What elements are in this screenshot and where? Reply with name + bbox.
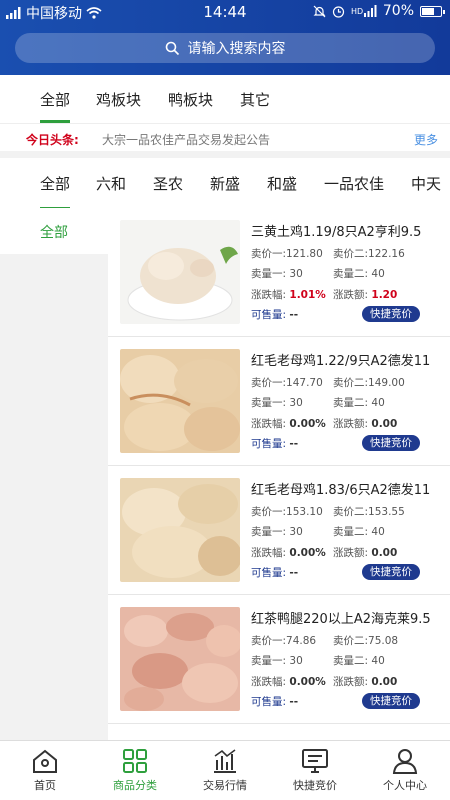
alarm-icon <box>332 5 344 18</box>
sell-price-2: 75.08 <box>368 635 399 647</box>
sidebar-item-all[interactable]: 全部 <box>40 222 68 242</box>
available-qty: -- <box>289 696 299 708</box>
volte-signal-icon: HD <box>351 4 377 17</box>
sell-qty-1: 30 <box>289 526 303 538</box>
headline-more-link[interactable]: 更多 <box>414 131 438 148</box>
nav-profile-label: 个人中心 <box>383 779 427 792</box>
sell-price-1: 147.70 <box>286 377 323 389</box>
sell-qty-2: 40 <box>371 526 385 538</box>
quick-bid-button[interactable]: 快捷竞价 <box>362 564 420 580</box>
vendor-tab-liuhe[interactable]: 六和 <box>96 173 126 194</box>
product-name: 红茶鸭腿220以上A2海克莱9.5 <box>251 612 431 627</box>
tab-other[interactable]: 其它 <box>240 89 270 110</box>
change-rate: 0.00% <box>289 547 326 559</box>
sidebar: 全部 <box>0 208 108 254</box>
change-amount: 0.00 <box>371 676 398 688</box>
search-icon <box>165 41 179 55</box>
sell-price-2: 153.55 <box>368 506 405 518</box>
battery-percent: 70% <box>382 3 414 19</box>
product-list: 三黄土鸡1.19/8只A2亨利9.5 卖价一:121.80 卖价二:122.16 … <box>108 208 450 740</box>
change-rate: 0.00% <box>289 676 326 688</box>
nav-home[interactable]: 首页 <box>0 741 90 800</box>
search-bar[interactable]: 请输入搜索内容 <box>15 33 435 63</box>
product-image-duck-legs <box>120 607 240 711</box>
product-card[interactable]: 三黄土鸡1.19/8只A2亨利9.5 卖价一:121.80 卖价二:122.16 … <box>108 208 450 337</box>
change-rate: 1.01% <box>289 289 326 301</box>
product-image-hen <box>120 478 240 582</box>
product-card[interactable]: 红毛老母鸡1.22/9只A2德发11 卖价一:147.70 卖价二:149.00 … <box>108 337 450 466</box>
change-amount: 1.20 <box>371 289 398 301</box>
vendor-tab-hesheng[interactable]: 和盛 <box>267 173 297 194</box>
battery-icon <box>420 5 445 17</box>
sell-qty-2: 40 <box>371 268 385 280</box>
sell-price-1: 153.10 <box>286 506 323 518</box>
product-name: 红毛老母鸡1.83/6只A2德发11 <box>251 483 431 498</box>
change-amount: 0.00 <box>371 547 398 559</box>
vendor-tab-xinsheng[interactable]: 新盛 <box>210 173 240 194</box>
tab-all[interactable]: 全部 <box>40 89 71 123</box>
vendor-tab-shengnong[interactable]: 圣农 <box>153 173 183 194</box>
svg-text:HD: HD <box>351 7 363 16</box>
user-icon <box>392 749 418 774</box>
category-tabs: 全部 鸡板块 鸭板块 其它 <box>0 75 450 123</box>
vendor-tab-yipinnongjia[interactable]: 一品农佳 <box>324 173 384 194</box>
available-qty: -- <box>289 309 299 321</box>
change-amount: 0.00 <box>371 418 398 430</box>
product-image-hen <box>120 349 240 453</box>
headline-label: 今日头条: <box>26 133 79 147</box>
sell-qty-2: 40 <box>371 397 385 409</box>
product-image-whole-chicken <box>120 220 240 324</box>
sell-qty-2: 40 <box>371 655 385 667</box>
bar-chart-icon <box>214 749 236 773</box>
product-card[interactable]: 红茶鸭腿220以上A2海克莱9.5 卖价一:74.86 卖价二:75.08 卖量一… <box>108 595 450 724</box>
vendor-tab-all[interactable]: 全部 <box>40 173 71 208</box>
nav-market-label: 交易行情 <box>203 779 247 792</box>
product-name: 三黄土鸡1.19/8只A2亨利9.5 <box>251 225 422 240</box>
product-name: 红毛老母鸡1.22/9只A2德发11 <box>251 354 431 369</box>
sell-qty-1: 30 <box>289 397 303 409</box>
sell-price-1: 121.80 <box>286 248 323 260</box>
nav-profile[interactable]: 个人中心 <box>360 741 450 800</box>
product-card[interactable]: 红毛老母鸡1.83/6只A2德发11 卖价一:153.10 卖价二:153.55 … <box>108 466 450 595</box>
grid-icon <box>123 749 147 773</box>
status-bar: 中国移动 14:44 HD 70% <box>0 0 450 24</box>
mute-bell-icon <box>313 5 326 17</box>
tab-chicken[interactable]: 鸡板块 <box>96 89 141 110</box>
vendor-tab-zhongtian[interactable]: 中天 <box>411 173 441 194</box>
headline-text[interactable]: 大宗一品农佳产品交易发起公告 <box>102 131 270 148</box>
sell-price-2: 149.00 <box>368 377 405 389</box>
nav-quick-bid[interactable]: 快捷竞价 <box>270 741 360 800</box>
change-rate: 0.00% <box>289 418 326 430</box>
nav-categories-label: 商品分类 <box>113 779 157 792</box>
quick-bid-button[interactable]: 快捷竞价 <box>362 435 420 451</box>
nav-categories[interactable]: 商品分类 <box>90 741 180 800</box>
sell-price-1: 74.86 <box>286 635 317 647</box>
vendor-tabs: 全部 六和 圣农 新盛 和盛 一品农佳 中天 <box>0 158 450 208</box>
available-qty: -- <box>289 567 299 579</box>
bottom-nav: 首页 商品分类 交易行情 快捷竞价 个人中心 <box>0 740 450 800</box>
nav-home-label: 首页 <box>34 779 56 792</box>
nav-quick-bid-label: 快捷竞价 <box>293 779 337 792</box>
search-placeholder: 请输入搜索内容 <box>187 41 286 57</box>
headline-bar: 今日头条: 大宗一品农佳产品交易发起公告 更多 <box>0 123 450 151</box>
monitor-icon <box>302 749 328 773</box>
tab-duck[interactable]: 鸭板块 <box>168 89 213 110</box>
quick-bid-button[interactable]: 快捷竞价 <box>362 306 420 322</box>
nav-market[interactable]: 交易行情 <box>180 741 270 800</box>
home-icon <box>33 749 57 773</box>
available-qty: -- <box>289 438 299 450</box>
quick-bid-button[interactable]: 快捷竞价 <box>362 693 420 709</box>
sell-qty-1: 30 <box>289 655 303 667</box>
sell-price-2: 122.16 <box>368 248 405 260</box>
sell-qty-1: 30 <box>289 268 303 280</box>
